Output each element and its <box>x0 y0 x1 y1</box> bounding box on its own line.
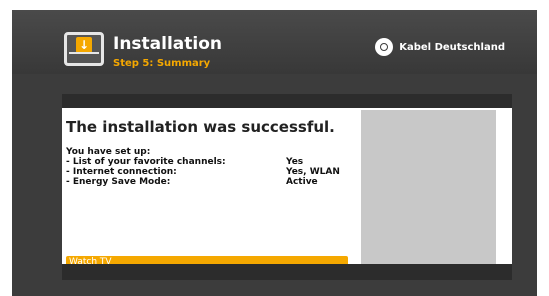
summary-panel: The installation was successful. You hav… <box>62 108 512 276</box>
top-divider <box>62 94 512 108</box>
brand-name: Kabel Deutschland <box>399 41 505 53</box>
summary-list: - List of your favorite channels: Yes - … <box>66 157 340 187</box>
summary-row-channels: - List of your favorite channels: Yes <box>66 157 340 167</box>
row-label: - List of your favorite channels: <box>66 157 226 167</box>
summary-row-internet: - Internet connection: Yes, WLAN <box>66 167 340 177</box>
download-arrow-icon: ↓ <box>76 37 92 53</box>
setup-intro: You have set up: <box>66 147 151 157</box>
row-label: - Energy Save Mode: <box>66 177 171 187</box>
row-value: Yes, WLAN <box>286 167 340 177</box>
tv-screen: ↓ Installation Step 5: Summary Kabel Deu… <box>12 10 537 296</box>
header: ↓ Installation Step 5: Summary Kabel Deu… <box>12 10 537 74</box>
preview-panel <box>361 110 496 268</box>
page-title: Installation <box>113 34 223 54</box>
brand: Kabel Deutschland <box>375 38 505 56</box>
step-label: Step 5: Summary <box>113 58 211 69</box>
install-icon: ↓ <box>64 32 104 66</box>
tray-icon <box>69 52 99 60</box>
row-value: Yes <box>286 157 304 167</box>
success-headline: The installation was successful. <box>66 118 335 136</box>
kabel-deutschland-logo-icon <box>375 38 394 56</box>
row-label: - Internet connection: <box>66 167 177 177</box>
summary-row-energy: - Energy Save Mode: Active <box>66 177 340 187</box>
row-value: Active <box>286 177 318 187</box>
footer-bar <box>62 264 512 280</box>
